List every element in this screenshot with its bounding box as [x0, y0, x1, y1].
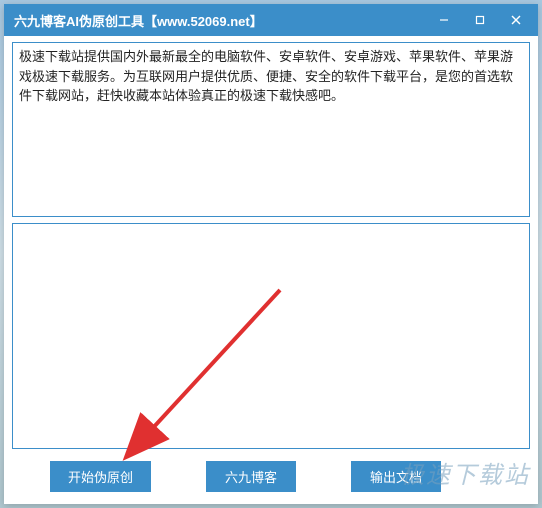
button-row: 开始伪原创 六九博客 输出文档	[12, 455, 530, 496]
output-textarea-container	[12, 223, 530, 449]
maximize-button[interactable]	[462, 6, 498, 34]
app-window: 六九博客AI伪原创工具【www.52069.net】 开始伪原创 六九博客 输出…	[4, 4, 538, 504]
export-button[interactable]: 输出文档	[351, 461, 441, 492]
output-textarea[interactable]	[13, 224, 529, 448]
window-title: 六九博客AI伪原创工具【www.52069.net】	[14, 11, 426, 30]
window-controls	[426, 6, 534, 34]
start-button[interactable]: 开始伪原创	[50, 461, 151, 492]
blog-button[interactable]: 六九博客	[206, 461, 296, 492]
input-textarea-container	[12, 42, 530, 217]
minimize-button[interactable]	[426, 6, 462, 34]
input-textarea[interactable]	[13, 43, 529, 216]
titlebar: 六九博客AI伪原创工具【www.52069.net】	[4, 4, 538, 36]
content-area: 开始伪原创 六九博客 输出文档	[4, 36, 538, 504]
close-button[interactable]	[498, 6, 534, 34]
